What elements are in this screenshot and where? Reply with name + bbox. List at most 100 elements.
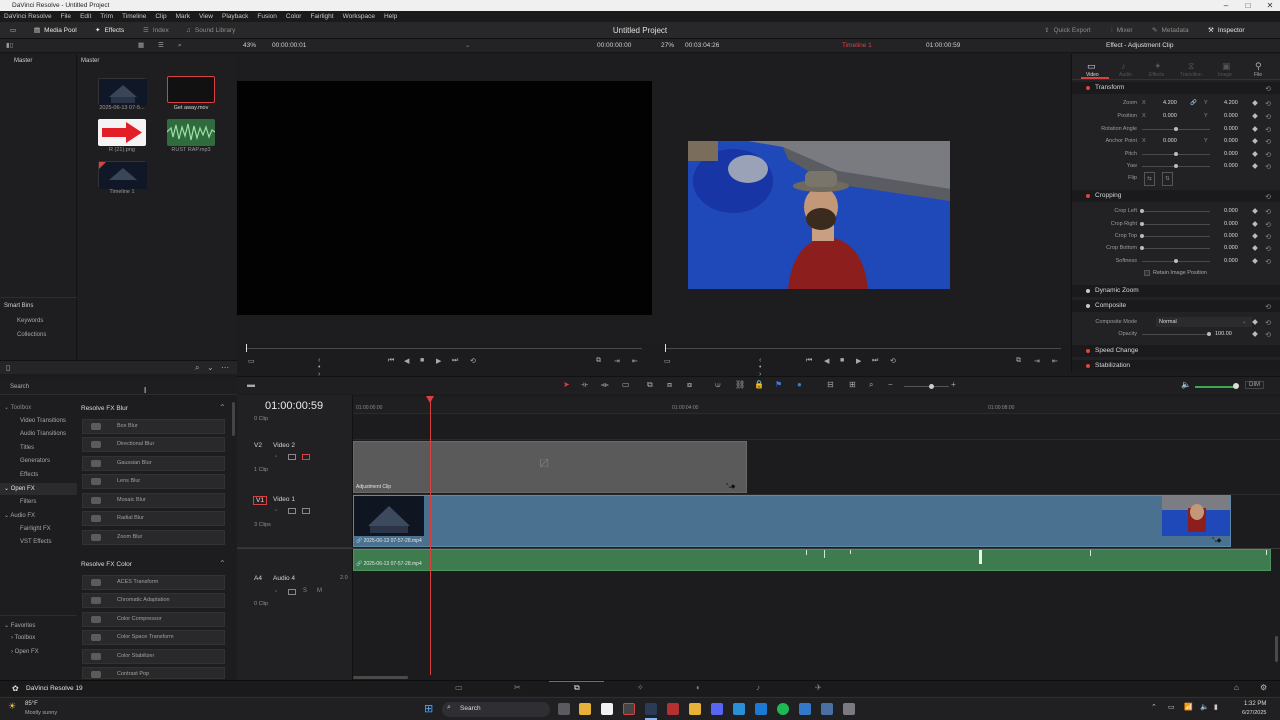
first-frame-icon[interactable]: ⏮ <box>806 357 812 365</box>
opacity-slider[interactable] <box>1142 334 1210 335</box>
marker-icon[interactable]: ● <box>797 380 802 389</box>
mute-icon[interactable]: M <box>317 588 322 594</box>
enabled-indicator[interactable] <box>1086 194 1090 198</box>
menu-view[interactable]: View <box>199 11 213 22</box>
keyframe-icon[interactable] <box>1252 245 1258 251</box>
last-frame-icon[interactable]: ⏭ <box>452 357 458 365</box>
flip-vertical-icon[interactable]: ⇅ <box>1162 172 1173 186</box>
keyframe-icon[interactable] <box>1252 163 1258 169</box>
media-page-icon[interactable]: ▭ <box>455 683 463 692</box>
video-clip[interactable]: 🔗 2025-06-13 07-57-28.mp4 ⤡◆ <box>353 495 1231 547</box>
playhead[interactable] <box>430 397 431 675</box>
keyframe-icon[interactable] <box>1252 138 1258 144</box>
edit-page-icon[interactable]: ⧉ <box>574 683 580 693</box>
out-point-icon[interactable]: ⇥ <box>1034 357 1040 365</box>
tree-titles[interactable]: Titles <box>20 445 34 451</box>
grid-view-icon[interactable]: ▦ <box>138 39 144 53</box>
fx-aces-transform[interactable]: ACES Transform <box>82 575 225 590</box>
menu-file[interactable]: File <box>61 11 71 22</box>
game-launcher-icon[interactable] <box>667 703 679 715</box>
fx-zoom-blur[interactable]: Zoom Blur <box>82 530 225 545</box>
menu-color[interactable]: Color <box>286 11 302 22</box>
loop-icon[interactable]: ⟲ <box>470 357 476 365</box>
tree-audio-fx[interactable]: ⌄ Audio FX <box>4 512 35 519</box>
lock-track-icon[interactable]: ▫ <box>275 508 277 514</box>
out-point-icon[interactable]: ⇥ <box>614 357 620 365</box>
smart-bin-collections[interactable]: Collections <box>17 332 46 338</box>
search-icon[interactable]: ⌕ <box>195 363 199 373</box>
replace-clip-icon[interactable]: ⧇ <box>687 380 692 390</box>
discord-icon[interactable] <box>711 703 723 715</box>
fx-gaussian-blur[interactable]: Gaussian Blur <box>82 456 225 471</box>
loop-icon[interactable]: ⟲ <box>890 357 896 365</box>
fx-contrast-pop[interactable]: Contrast Pop <box>82 667 225 679</box>
zoom-slider-knob[interactable] <box>929 384 934 389</box>
fusion-page-icon[interactable]: ✧ <box>637 683 644 692</box>
composite-section[interactable]: Composite ⟲ <box>1072 300 1280 312</box>
timeline-ruler[interactable]: 01:00:00:00 01:00:04:00 01:00:08:00 <box>353 397 1280 414</box>
menu-davinci[interactable]: DaVinci Resolve <box>4 11 52 22</box>
program-viewer-frame[interactable] <box>688 141 950 289</box>
keyframe-icon[interactable] <box>1252 126 1258 132</box>
insert-icon[interactable]: ⧉ <box>1016 357 1021 365</box>
crop-top-field[interactable]: 0.000 <box>1224 230 1238 242</box>
menu-playback[interactable]: Playback <box>222 11 248 22</box>
battery-icon[interactable]: ▮ <box>1214 703 1218 711</box>
crop-right-field[interactable]: 0.000 <box>1224 218 1238 230</box>
chevron-down-icon[interactable]: ⌄ <box>207 363 214 372</box>
effects-search-input[interactable]: Search <box>10 384 29 390</box>
link-icon[interactable]: 🔗 <box>1190 97 1197 109</box>
play-icon[interactable]: ▶ <box>436 357 441 365</box>
file-tab-icon[interactable]: ⚲ <box>1255 61 1262 72</box>
last-frame-icon[interactable]: ⏭ <box>872 357 878 365</box>
fx-color-compressor[interactable]: Color Compressor <box>82 612 225 627</box>
chevron-up-icon[interactable]: ⌃ <box>219 559 226 568</box>
volume-icon[interactable]: 🔈 <box>1200 703 1209 711</box>
tab-transition[interactable]: Transition <box>1180 72 1202 78</box>
tree-fairlight-fx[interactable]: Fairlight FX <box>20 526 51 532</box>
chevron-up-icon[interactable]: ⌃ <box>219 403 226 412</box>
dim-button[interactable]: DIM <box>1245 381 1264 389</box>
crop-left-field[interactable]: 0.000 <box>1224 205 1238 217</box>
track-name-a4[interactable]: Audio 4 <box>273 575 295 582</box>
notepad-icon[interactable] <box>601 703 613 715</box>
keyframe-icon[interactable] <box>1252 151 1258 157</box>
fx-chromatic-adaptation[interactable]: Chromatic Adaptation <box>82 593 225 608</box>
effects-search-bar[interactable]: Search <box>0 380 237 395</box>
auto-select-icon[interactable] <box>288 508 296 514</box>
fairlight-page-icon[interactable]: ♪ <box>756 683 760 692</box>
image-tab-icon[interactable]: ▣ <box>1222 61 1231 72</box>
jog-icon[interactable]: ‹ • › <box>759 357 761 378</box>
tab-file[interactable]: File <box>1254 72 1262 78</box>
anchor-x-field[interactable]: 0.000 <box>1163 135 1177 147</box>
reset-icon[interactable]: ⟲ <box>1265 84 1271 96</box>
menu-help[interactable]: Help <box>384 11 397 22</box>
effects-tab-icon[interactable]: ✦ <box>1154 61 1162 72</box>
crop-right-slider[interactable] <box>1142 224 1210 225</box>
crop-top-slider[interactable] <box>1142 236 1210 237</box>
steam-icon[interactable] <box>645 703 657 715</box>
keyframe-icon[interactable] <box>1252 319 1258 325</box>
track-name-v2[interactable]: Video 2 <box>273 442 295 449</box>
reset-icon[interactable]: ⟲ <box>1265 302 1271 314</box>
zoom-in-icon[interactable]: + <box>951 380 956 389</box>
auto-select-icon[interactable] <box>288 454 296 460</box>
menu-mark[interactable]: Mark <box>176 11 190 22</box>
wifi-icon[interactable]: 📶 <box>1184 703 1193 711</box>
enabled-indicator[interactable] <box>1086 304 1090 308</box>
settings-app-icon[interactable] <box>843 703 855 715</box>
keyframe-icon[interactable] <box>1252 331 1258 337</box>
timeline-options-icon[interactable]: ▬ <box>247 380 255 389</box>
quick-export-button[interactable]: ⇪ Quick Export <box>1044 22 1091 39</box>
yaw-field[interactable]: 0.000 <box>1224 160 1238 172</box>
source-viewer-frame[interactable] <box>237 81 652 315</box>
insert-icon[interactable]: ⧉ <box>596 357 601 365</box>
pitch-field[interactable]: 0.000 <box>1224 148 1238 160</box>
enabled-indicator[interactable] <box>1086 86 1090 90</box>
trim-tool-icon[interactable]: ⟛ <box>581 380 588 390</box>
weather-icon[interactable]: ☀ <box>8 701 16 712</box>
speaker-icon[interactable]: 🔈 <box>1181 380 1191 389</box>
file-explorer-icon[interactable] <box>579 703 591 715</box>
video-tab-icon[interactable]: ▭ <box>1087 61 1096 72</box>
keyframe-icon[interactable] <box>1252 113 1258 119</box>
